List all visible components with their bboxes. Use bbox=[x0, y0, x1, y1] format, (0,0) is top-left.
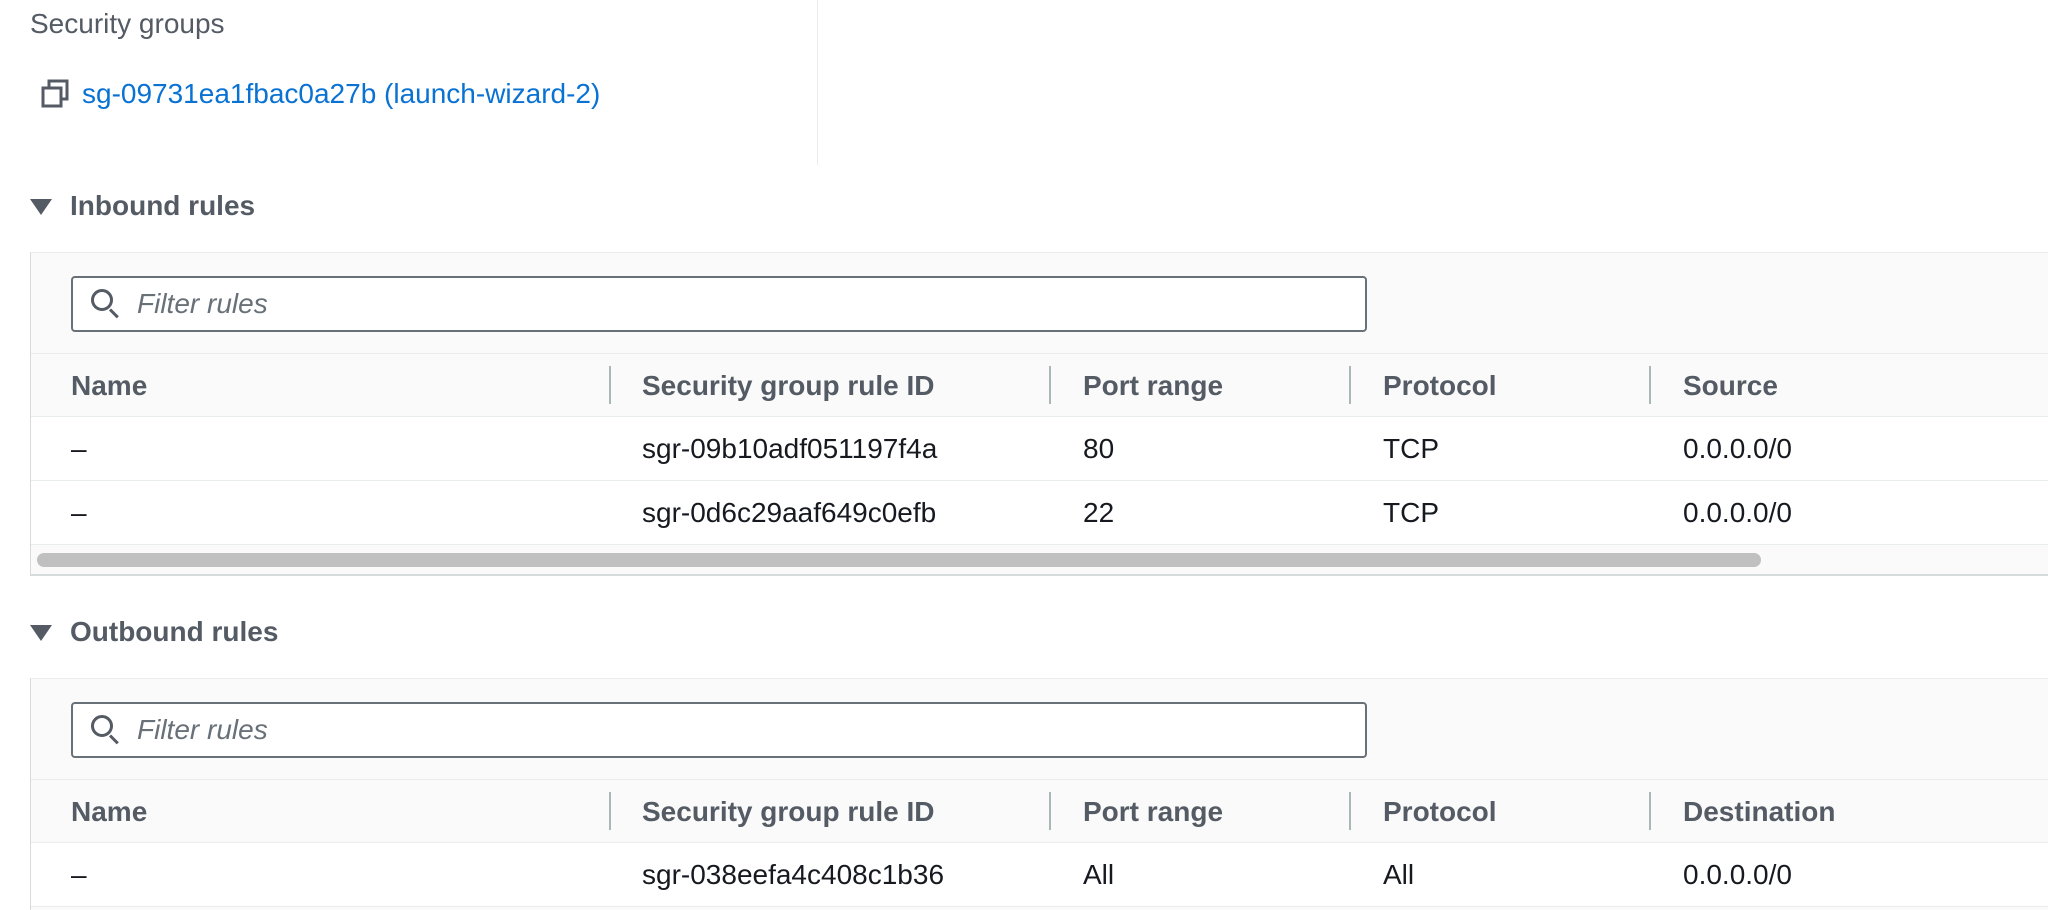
cell-source: 0.0.0.0/0 bbox=[1683, 497, 1792, 528]
security-group-link[interactable]: sg-09731ea1fbac0a27b (launch-wizard-2) bbox=[40, 78, 600, 110]
caret-down-icon[interactable] bbox=[30, 199, 52, 215]
cell-protocol: All bbox=[1383, 859, 1415, 890]
column-header-port-range[interactable]: Port range bbox=[1083, 354, 1223, 418]
column-header-port-range[interactable]: Port range bbox=[1083, 780, 1223, 844]
cell-protocol: TCP bbox=[1383, 433, 1439, 464]
outbound-rules-header[interactable]: Outbound rules bbox=[30, 616, 278, 648]
outbound-filter-input[interactable] bbox=[137, 714, 1337, 746]
table-header: Name Security group rule ID Port range P… bbox=[31, 779, 2048, 843]
search-icon bbox=[89, 287, 123, 321]
cell-rule-id: sgr-09b10adf051197f4a bbox=[642, 433, 938, 464]
table-header: Name Security group rule ID Port range P… bbox=[31, 353, 2048, 417]
cell-rule-id: sgr-0d6c29aaf649c0efb bbox=[642, 497, 937, 528]
cell-port-range: 80 bbox=[1083, 433, 1115, 464]
copy-icon[interactable] bbox=[40, 79, 70, 109]
column-header-rule-id[interactable]: Security group rule ID bbox=[642, 780, 935, 844]
outbound-rules-table: Name Security group rule ID Port range P… bbox=[31, 779, 2048, 907]
column-resizer[interactable] bbox=[1649, 792, 1651, 830]
inbound-rules-header[interactable]: Inbound rules bbox=[30, 190, 255, 222]
cell-protocol: TCP bbox=[1383, 497, 1439, 528]
caret-down-icon[interactable] bbox=[30, 625, 52, 641]
security-group-link-text[interactable]: sg-09731ea1fbac0a27b (launch-wizard-2) bbox=[82, 78, 600, 110]
cell-source: 0.0.0.0/0 bbox=[1683, 433, 1792, 464]
column-resizer[interactable] bbox=[1349, 792, 1351, 830]
cell-destination: 0.0.0.0/0 bbox=[1683, 859, 1792, 890]
cell-name: – bbox=[71, 433, 87, 464]
cell-port-range: 22 bbox=[1083, 497, 1115, 528]
column-header-destination[interactable]: Destination bbox=[1683, 780, 1835, 844]
column-header-name[interactable]: Name bbox=[71, 780, 147, 844]
column-header-protocol[interactable]: Protocol bbox=[1383, 354, 1497, 418]
column-resizer[interactable] bbox=[1349, 366, 1351, 404]
search-icon bbox=[89, 713, 123, 747]
security-groups-label: Security groups bbox=[30, 8, 225, 39]
inbound-rules-panel: Name Security group rule ID Port range P… bbox=[30, 252, 2048, 576]
column-header-protocol[interactable]: Protocol bbox=[1383, 780, 1497, 844]
cell-name: – bbox=[71, 859, 87, 890]
inbound-rules-title: Inbound rules bbox=[70, 190, 256, 221]
outbound-rules-title: Outbound rules bbox=[70, 616, 279, 647]
table-row[interactable]: – sgr-0d6c29aaf649c0efb 22 TCP 0.0.0.0/0 bbox=[31, 481, 2048, 545]
outbound-rules-panel: Name Security group rule ID Port range P… bbox=[30, 678, 2048, 910]
cell-rule-id: sgr-038eefa4c408c1b36 bbox=[642, 859, 945, 890]
horizontal-scrollbar[interactable] bbox=[37, 553, 1761, 567]
inbound-filter[interactable] bbox=[71, 276, 1367, 332]
column-resizer[interactable] bbox=[1049, 366, 1051, 404]
column-resizer[interactable] bbox=[1649, 366, 1651, 404]
column-resizer[interactable] bbox=[609, 366, 611, 404]
table-row[interactable]: – sgr-038eefa4c408c1b36 All All 0.0.0.0/… bbox=[31, 843, 2048, 907]
column-header-rule-id[interactable]: Security group rule ID bbox=[642, 354, 935, 418]
cell-port-range: All bbox=[1083, 859, 1115, 890]
column-header-name[interactable]: Name bbox=[71, 354, 147, 418]
outbound-filter[interactable] bbox=[71, 702, 1367, 758]
column-resizer[interactable] bbox=[1049, 792, 1051, 830]
inbound-filter-input[interactable] bbox=[137, 288, 1337, 320]
column-header-source[interactable]: Source bbox=[1683, 354, 1778, 418]
inbound-rules-table: Name Security group rule ID Port range P… bbox=[31, 353, 2048, 545]
table-row[interactable]: – sgr-09b10adf051197f4a 80 TCP 0.0.0.0/0 bbox=[31, 417, 2048, 481]
column-resizer[interactable] bbox=[609, 792, 611, 830]
security-groups-section: Security groups sg-09731ea1fbac0a27b (la… bbox=[30, 0, 818, 165]
cell-name: – bbox=[71, 497, 87, 528]
